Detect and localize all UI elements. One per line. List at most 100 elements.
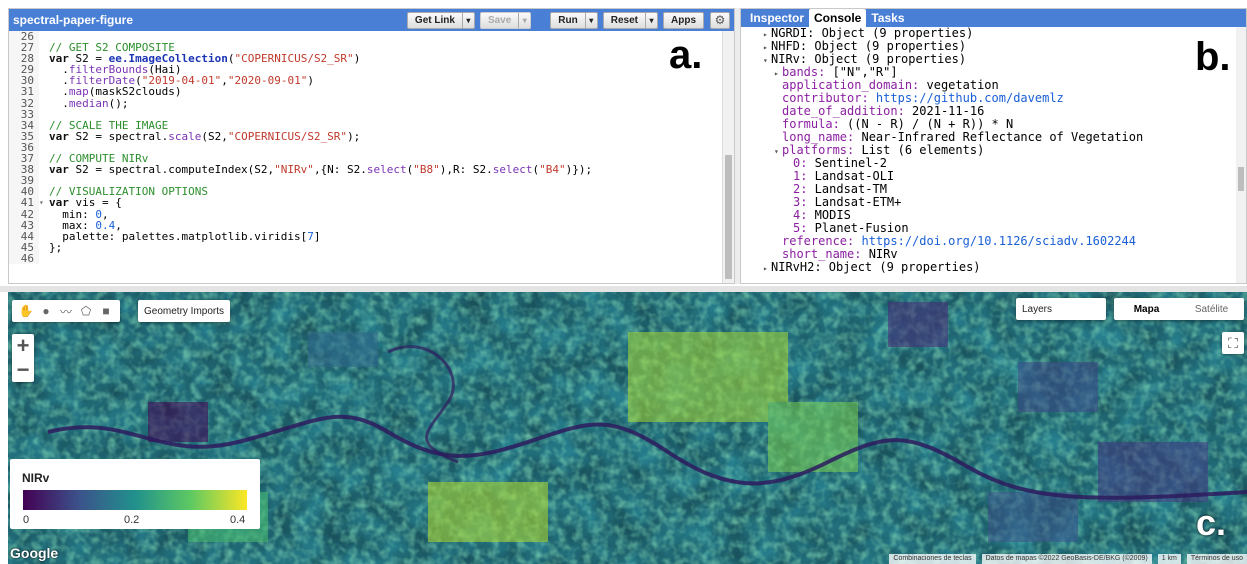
hand-icon[interactable]: ✋ <box>16 301 36 321</box>
geometry-imports-button[interactable]: Geometry Imports <box>138 300 231 322</box>
map-type-map[interactable]: Mapa <box>1114 298 1179 320</box>
legend-colorbar <box>23 490 247 510</box>
line-icon[interactable]: 〰 <box>56 301 76 321</box>
code-line[interactable]: 38 var S2 = spectral.computeIndex(S2,"NIR… <box>9 164 722 175</box>
tab-console[interactable]: Console <box>809 9 867 27</box>
property-key: 0: <box>793 156 808 170</box>
property-key: 1: <box>793 169 808 183</box>
fold-toggle-icon[interactable]: ▾ <box>39 197 49 208</box>
code-text: }; <box>49 240 63 254</box>
property-value: Landsat-TM <box>807 182 887 196</box>
reset-label: Reset <box>610 14 638 26</box>
tab-inspector[interactable]: Inspector <box>745 9 809 27</box>
zoom-out-button[interactable]: − <box>12 357 34 382</box>
code-line[interactable]: 31 .map(maskS2clouds) <box>9 86 722 98</box>
layers-button[interactable]: Layers <box>1016 298 1106 320</box>
gutter <box>39 64 49 75</box>
gear-icon[interactable]: ⚙ <box>710 11 730 29</box>
property-key: 3: <box>793 195 808 209</box>
legend-max: 0.4 <box>230 514 246 526</box>
apps-button[interactable]: Apps <box>663 11 704 29</box>
line-number: 31 <box>9 86 39 98</box>
line-number: 46 <box>9 253 39 264</box>
property-key: formula: <box>782 117 840 131</box>
run-button[interactable]: Run ▾ <box>550 11 598 29</box>
property-value: Sentinel-2 <box>807 156 887 170</box>
code-text: palette: palettes.matplotlib.viridis[7] <box>49 229 321 243</box>
expanded-arrow-icon[interactable]: ▾ <box>774 145 782 158</box>
code-line[interactable]: 41 ▾ var vis = { <box>9 196 722 210</box>
fullscreen-icon[interactable]: ⛶ <box>1222 332 1244 354</box>
console-object-label: NIRvH2: Object (9 properties) <box>771 260 981 274</box>
expanded-arrow-icon[interactable]: ▾ <box>763 54 771 67</box>
code-text: var vis = { <box>49 196 122 210</box>
chevron-down-icon[interactable]: ▾ <box>584 12 597 28</box>
console-object-label: NIRv: Object (9 properties) <box>771 52 967 66</box>
gutter <box>39 142 49 153</box>
polygon-icon[interactable]: ⬠ <box>76 301 96 321</box>
terms-link[interactable]: Términos de uso <box>1186 554 1247 564</box>
editor-scrollbar[interactable] <box>722 31 734 283</box>
code-text: var S2 = spectral.scale(S2,"COPERNICUS/S… <box>49 129 361 143</box>
gutter <box>39 209 49 220</box>
point-marker-icon[interactable]: ● <box>36 301 56 321</box>
save-button[interactable]: Save ▾ <box>479 11 532 29</box>
code-line[interactable]: 42 min: 0, <box>9 208 722 220</box>
code-area[interactable]: 26 27// GET S2 COMPOSITE 28 var S2 = ee.Ima… <box>9 31 722 283</box>
keyboard-shortcuts-link[interactable]: Combinaciones de teclas <box>889 554 976 564</box>
scale-bar: 1 km <box>1157 554 1181 564</box>
gutter <box>39 186 49 197</box>
collapsed-arrow-icon[interactable]: ▸ <box>763 262 771 275</box>
zoom-in-button[interactable]: + <box>12 333 34 358</box>
rectangle-icon[interactable]: ■ <box>96 301 116 321</box>
code-line[interactable]: 46 <box>9 253 722 264</box>
property-key: 5: <box>793 221 808 235</box>
property-link[interactable]: https://doi.org/10.1126/sciadv.1602244 <box>854 234 1136 248</box>
console-tree-row[interactable]: ▸ NIRvH2: Object (9 properties) <box>741 261 1236 274</box>
gutter <box>39 86 49 97</box>
apps-label: Apps <box>671 14 696 26</box>
right-panel-tabs: Inspector Console Tasks <box>741 9 1246 27</box>
code-line[interactable]: 45}; <box>9 242 722 253</box>
code-line[interactable]: 32 .median(); <box>9 97 722 109</box>
nirv-legend: NIRv 0 0.2 0.4 <box>10 459 260 529</box>
google-logo: Google <box>10 545 59 561</box>
property-value: 2021-11-16 <box>904 104 985 118</box>
editor-toolbar: spectral-paper-figure Get Link ▾ Save ▾ Ru… <box>9 9 734 31</box>
property-key: long_name: <box>782 130 855 144</box>
map-attribution: Combinaciones de teclas Datos de mapas ©… <box>883 554 1247 564</box>
tab-tasks[interactable]: Tasks <box>866 9 909 27</box>
property-value: ["N","R"] <box>825 65 898 79</box>
console-output: ▸ NGRDI: Object (9 properties) ▸ NHFD: Obje… <box>741 27 1236 283</box>
console-object-label: NHFD: Object (9 properties) <box>771 39 967 53</box>
scrollbar-thumb[interactable] <box>1238 167 1244 191</box>
chevron-down-icon[interactable]: ▾ <box>518 12 530 28</box>
gutter <box>39 242 49 253</box>
get-link-button[interactable]: Get Link ▾ <box>406 11 475 29</box>
panel-tag-a: a. <box>669 33 703 77</box>
code-editor-panel: spectral-paper-figure Get Link ▾ Save ▾ Ru… <box>8 8 735 284</box>
property-key: reference: <box>782 234 855 248</box>
property-value: ((N - R) / (N + R)) * N <box>839 117 1014 131</box>
property-key: contributor: <box>782 91 869 105</box>
console-scrollbar[interactable] <box>1236 27 1246 283</box>
chevron-down-icon[interactable]: ▾ <box>645 12 657 28</box>
property-link[interactable]: https://github.com/davemlz <box>869 91 1064 105</box>
chevron-down-icon[interactable]: ▾ <box>461 12 474 28</box>
map-panel[interactable]: ✋ ● 〰 ⬠ ■ Geometry Imports + − Layers Ma… <box>8 292 1247 564</box>
property-value: List (6 elements) <box>854 143 985 157</box>
run-label: Run <box>558 14 578 26</box>
scrollbar-thumb[interactable] <box>725 155 732 279</box>
reset-button[interactable]: Reset ▾ <box>602 11 658 29</box>
property-value: MODIS <box>807 208 851 222</box>
property-key: 4: <box>793 208 808 222</box>
gutter <box>39 53 49 64</box>
code-line[interactable]: 44 palette: palettes.matplotlib.viridis[… <box>9 231 722 242</box>
map-type-satellite[interactable]: Satélite <box>1179 298 1244 320</box>
line-number: 41 <box>9 197 39 209</box>
gutter <box>39 164 49 175</box>
code-line[interactable]: 35 var S2 = spectral.scale(S2,"COPERNICUS… <box>9 131 722 142</box>
property-value: NIRv <box>861 247 898 261</box>
legend-min: 0 <box>23 514 30 526</box>
property-key: platforms: <box>782 143 855 157</box>
